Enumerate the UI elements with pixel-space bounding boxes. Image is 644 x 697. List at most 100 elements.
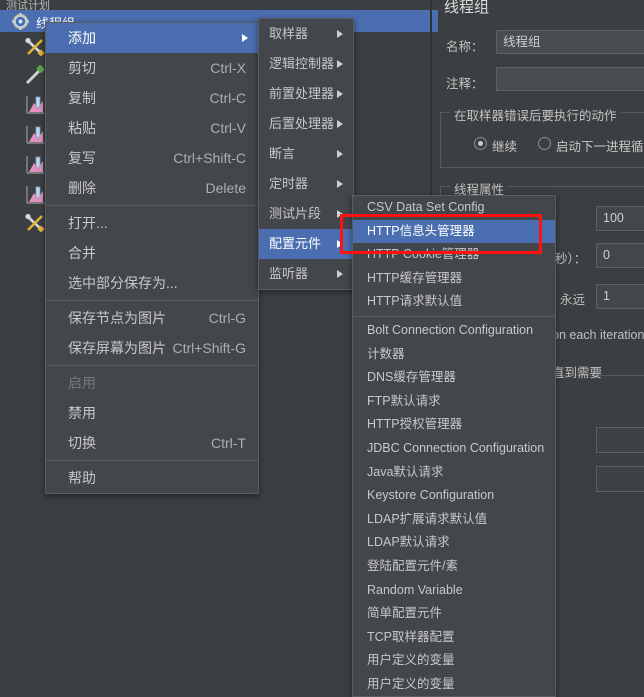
radio-next-loop[interactable]: [538, 137, 551, 150]
field-b-input[interactable]: [596, 466, 644, 492]
config-menu-item-1[interactable]: HTTP信息头管理器: [353, 219, 555, 244]
pipette-icon: [25, 65, 45, 85]
name-input[interactable]: 线程组: [496, 30, 644, 54]
menu-item-9[interactable]: 保存节点为图片 Ctrl-G: [46, 303, 258, 333]
config-menu-item-label: 计数器: [367, 346, 405, 361]
menu-item-7[interactable]: 合并: [46, 238, 258, 268]
config-menu-item-0[interactable]: CSV Data Set Config: [353, 196, 555, 220]
config-menu-item-label: LDAP默认请求: [367, 535, 450, 550]
chart-icon: [26, 126, 44, 144]
menu-item-label: 保存屏幕为图片: [68, 340, 166, 356]
chart-icon: [26, 186, 44, 204]
config-menu-item-5[interactable]: Bolt Connection Configuration: [353, 319, 555, 343]
menu-item-accelerator: Ctrl-X: [210, 60, 246, 76]
add-menu-item-6[interactable]: 测试片段: [259, 199, 353, 229]
rampup-suffix-label: 秒）：: [555, 252, 587, 266]
threads-input[interactable]: 100: [596, 206, 644, 231]
menu-item-13[interactable]: 切换 Ctrl-T: [46, 428, 258, 458]
config-menu-item-label: 登陆配置元件/素: [367, 558, 458, 573]
menu-item-8[interactable]: 选中部分保存为...: [46, 268, 258, 298]
config-menu-item-label: Java默认请求: [367, 464, 444, 479]
config-menu-item-label: HTTP请求默认值: [367, 294, 463, 309]
config-menu-item-12[interactable]: Keystore Configuration: [353, 484, 555, 508]
menu-item-label: 启用: [68, 375, 96, 391]
config-menu-item-label: LDAP扩展请求默认值: [367, 511, 488, 526]
add-menu-item-5[interactable]: 定时器: [259, 169, 353, 199]
menu-item-0[interactable]: 添加: [46, 23, 258, 53]
menu-item-accelerator: Ctrl-V: [210, 120, 246, 136]
config-menu-item-14[interactable]: LDAP默认请求: [353, 531, 555, 555]
tree-icon-column: [0, 32, 45, 693]
menu-item-3[interactable]: 粘贴 Ctrl-V: [46, 113, 258, 143]
menu-item-4[interactable]: 复写 Ctrl+Shift-C: [46, 143, 258, 173]
config-menu-item-7[interactable]: DNS缓存管理器: [353, 366, 555, 390]
chevron-right-icon: [337, 150, 343, 158]
menu-item-label: 帮助: [68, 470, 96, 486]
add-menu-item-2[interactable]: 前置处理器: [259, 79, 353, 109]
checkbox-delay-label[interactable]: 直到需要: [552, 362, 602, 381]
config-menu-item-16[interactable]: Random Variable: [353, 579, 555, 603]
gear-icon: [12, 13, 29, 30]
menu-item-label: 禁用: [68, 405, 96, 421]
config-menu-item-10[interactable]: JDBC Connection Configuration: [353, 437, 555, 461]
chevron-right-icon: [337, 210, 343, 218]
field-a-input[interactable]: [596, 427, 644, 453]
config-menu-item-11[interactable]: Java默认请求: [353, 461, 555, 485]
config-menu-item-label: FTP默认请求: [367, 393, 441, 408]
menu-item-11: 启用: [46, 368, 258, 398]
menu-item-5[interactable]: 删除 Delete: [46, 173, 258, 203]
context-menu[interactable]: 添加剪切 Ctrl-X 复制 Ctrl-C 粘贴 Ctrl-V 复写 Ctrl+Shift-C…: [45, 22, 259, 494]
config-menu-item-label: Keystore Configuration: [367, 488, 495, 503]
menu-item-12[interactable]: 禁用: [46, 398, 258, 428]
add-menu-item-4[interactable]: 断言: [259, 139, 353, 169]
config-menu-item-label: TCP取样器配置: [367, 629, 455, 644]
menu-item-accelerator: Ctrl+Shift-G: [172, 340, 246, 356]
menu-item-label: 选中部分保存为...: [68, 275, 178, 291]
config-menu-item-3[interactable]: HTTP缓存管理器: [353, 267, 555, 291]
page-title: 线程组: [444, 0, 490, 16]
comment-input[interactable]: [496, 67, 644, 91]
config-menu-item-19[interactable]: 用户定义的变量: [353, 649, 555, 673]
menu-item-label: 添加: [68, 30, 96, 46]
config-menu-item-6[interactable]: 计数器: [353, 343, 555, 367]
menu-separator: [46, 205, 258, 206]
chevron-right-icon: [337, 240, 343, 248]
config-menu-item-label: Bolt Connection Configuration: [367, 322, 534, 337]
config-menu-item-13[interactable]: LDAP扩展请求默认值: [353, 508, 555, 532]
radio-continue[interactable]: [474, 137, 487, 150]
menu-item-label: 剪切: [68, 60, 96, 76]
add-menu-item-label: 定时器: [269, 176, 309, 191]
config-menu-item-4[interactable]: HTTP请求默认值: [353, 290, 555, 314]
config-menu-item-17[interactable]: 简单配置元件: [353, 602, 555, 626]
add-menu-item-8[interactable]: 监听器: [259, 259, 353, 289]
add-menu-item-1[interactable]: 逻辑控制器: [259, 49, 353, 79]
config-menu-item-18[interactable]: TCP取样器配置: [353, 626, 555, 650]
checkbox-iteration-label[interactable]: on each iteration: [552, 328, 644, 342]
loop-count-input[interactable]: 1: [596, 284, 644, 309]
comment-label: 注释：: [446, 77, 484, 91]
config-menu-item-2[interactable]: HTTP Cookie管理器: [353, 243, 555, 267]
menu-item-6[interactable]: 打开...: [46, 208, 258, 238]
add-menu-item-label: 配置元件: [269, 236, 322, 251]
menu-item-label: 保存节点为图片: [68, 310, 166, 326]
menu-item-label: 删除: [68, 180, 96, 196]
error-action-group-title: 在取样器错误后要执行的动作: [450, 105, 621, 124]
config-menu-item-15[interactable]: 登陆配置元件/素: [353, 555, 555, 579]
menu-item-10[interactable]: 保存屏幕为图片 Ctrl+Shift-G: [46, 333, 258, 363]
config-element-submenu[interactable]: CSV Data Set Config HTTP信息头管理器 HTTP Cookie…: [352, 195, 556, 697]
menu-item-2[interactable]: 复制 Ctrl-C: [46, 83, 258, 113]
menu-item-1[interactable]: 剪切 Ctrl-X: [46, 53, 258, 83]
add-menu-item-0[interactable]: 取样器: [259, 19, 353, 49]
add-menu-item-7[interactable]: 配置元件: [259, 229, 353, 259]
add-menu-item-3[interactable]: 后置处理器: [259, 109, 353, 139]
add-menu-item-label: 后置处理器: [269, 116, 335, 131]
add-submenu[interactable]: 取样器 逻辑控制器 前置处理器后置处理器断言定时器测试片段配置元件监听器: [258, 18, 354, 290]
config-menu-item-8[interactable]: FTP默认请求: [353, 390, 555, 414]
config-menu-item-9[interactable]: HTTP授权管理器: [353, 413, 555, 437]
menu-item-accelerator: Ctrl+Shift-C: [173, 150, 246, 166]
menu-item-14[interactable]: 帮助: [46, 463, 258, 493]
rampup-input[interactable]: 0: [596, 243, 644, 268]
config-menu-item-label: HTTP Cookie管理器: [367, 247, 480, 262]
chart-icon: [26, 96, 44, 114]
chevron-right-icon: [337, 90, 343, 98]
